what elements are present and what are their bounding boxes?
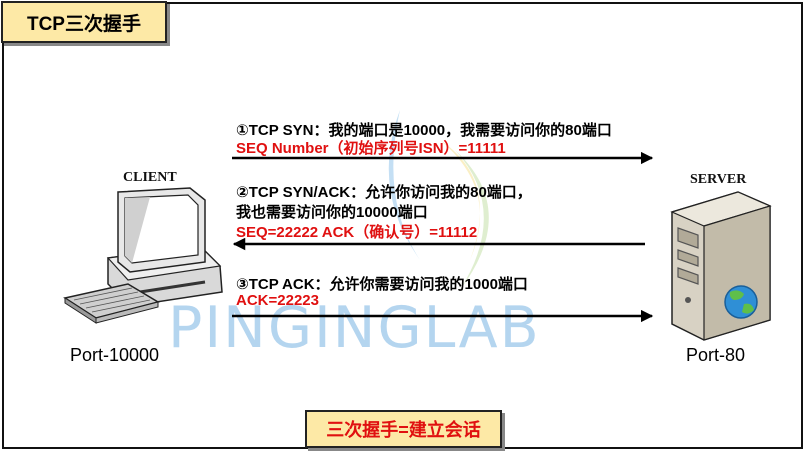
server-port: Port-80 [686, 345, 746, 365]
diagram-canvas: PINGINGLAB TCP三次握手 ①TCP SYN：我的端口是10000，我… [0, 0, 807, 452]
globe-icon [724, 285, 758, 319]
footer-summary: 三次握手=建立会话 [305, 410, 502, 448]
